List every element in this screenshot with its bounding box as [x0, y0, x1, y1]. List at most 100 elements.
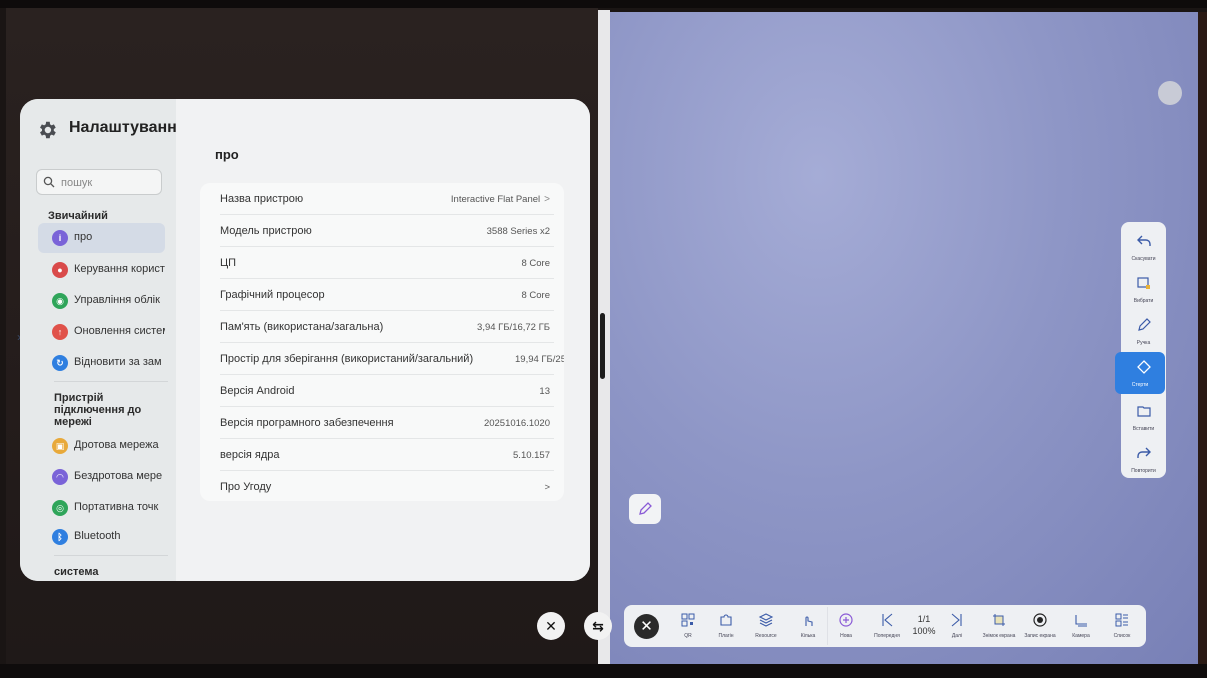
resource-icon	[758, 613, 774, 627]
list-button[interactable]: Список	[1102, 609, 1142, 645]
tool-label: Вибрати	[1133, 298, 1154, 304]
prev-page-icon	[882, 613, 893, 627]
row-value: 3,94 ГБ/16,72 ГБ	[477, 322, 550, 333]
resource-button[interactable]: Resource	[746, 609, 786, 645]
redo-button[interactable]: Повторити	[1121, 438, 1166, 480]
sidebar-item-system-update[interactable]: ↑ Оновлення систем	[38, 317, 165, 347]
row-software-version: Версія програмного забезпечення 20251016…	[200, 407, 564, 439]
tool-label: Ручка	[1136, 340, 1151, 346]
row-android-version: Версія Android 13	[200, 375, 564, 407]
right-bezel	[1198, 12, 1207, 664]
toolbar-label: Список	[1113, 633, 1131, 639]
sidebar-item-bluetooth[interactable]: ᛒ Bluetooth	[38, 522, 165, 552]
row-label: Версія програмного забезпечення	[220, 417, 394, 429]
row-device-name[interactable]: Назва пристрою Interactive Flat Panel >	[200, 183, 564, 215]
bottom-toolbar: ✕ QR Плагін Resource Кілька Нова Поперед…	[624, 605, 1146, 647]
new-page-button[interactable]: Нова	[826, 609, 866, 645]
sidebar-item-users[interactable]: ● Керування корист	[38, 255, 165, 285]
side-toolbar: Скасувати Вибрати Ручка Стерти Вставити …	[1115, 222, 1166, 480]
screen-bezel-bottom	[0, 664, 1207, 678]
sidebar-item-label: Оновлення систем	[74, 325, 165, 337]
row-label: Про Угоду	[220, 481, 272, 493]
row-label: ЦП	[220, 257, 237, 269]
close-split-button[interactable]: ✕	[537, 612, 565, 640]
whiteboard-canvas[interactable]	[610, 12, 1204, 664]
sidebar-item-wifi[interactable]: ◠ Бездротова мере	[38, 462, 165, 492]
row-label: Версія Android	[220, 385, 295, 397]
plugin-icon	[720, 614, 732, 626]
hotspot-icon: ◎	[52, 500, 68, 516]
pen-button[interactable]: Ручка	[1121, 310, 1166, 352]
qr-button[interactable]: QR	[668, 609, 708, 645]
sidebar-item-label: Дротова мережа	[74, 439, 159, 451]
row-label: Пам'ять (використана/загальна)	[220, 321, 384, 333]
floating-menu-dot[interactable]	[1158, 81, 1182, 105]
sidebar-item-accounts[interactable]: ◉ Управління облік	[38, 286, 165, 316]
row-agreement[interactable]: Про Угоду >	[200, 471, 564, 503]
sidebar-item-ethernet[interactable]: ▣ Дротова мережа	[38, 431, 165, 461]
search-box[interactable]	[36, 169, 162, 195]
row-value: 13	[539, 386, 550, 397]
wifi-icon: ◠	[52, 469, 68, 485]
undo-icon	[1137, 235, 1151, 246]
tool-label: Вставити	[1132, 426, 1155, 432]
row-value: 19,94 ГБ/25	[515, 354, 564, 365]
row-gpu: Графічний процесор 8 Core	[200, 279, 564, 311]
restore-icon: ↻	[52, 355, 68, 371]
select-button[interactable]: Вибрати	[1121, 268, 1166, 310]
camera-button[interactable]: Камера	[1061, 609, 1101, 645]
split-divider-handle[interactable]	[600, 313, 605, 379]
row-value: 3588 Series x2	[486, 226, 550, 237]
floating-pen-button[interactable]	[629, 494, 661, 524]
page-title: про	[215, 147, 239, 162]
multi-touch-button[interactable]: Кілька	[788, 609, 828, 645]
plugin-button[interactable]: Плагін	[706, 609, 746, 645]
sidebar-item-factory-reset[interactable]: ↻ Відновити за зам	[38, 348, 165, 378]
search-icon	[43, 176, 55, 188]
settings-content: про Назва пристрою Interactive Flat Pane…	[176, 99, 590, 581]
insert-icon	[1137, 406, 1151, 417]
group-title-system: система	[54, 566, 99, 578]
chevron-right-icon: >	[544, 194, 550, 205]
row-storage: Простір для зберігання (використаний/заг…	[200, 343, 564, 375]
sidebar-item-about[interactable]: i про	[38, 223, 165, 253]
app-title: Налаштування	[69, 119, 187, 136]
row-label: версія ядра	[220, 449, 280, 461]
row-device-model: Модель пристрою 3588 Series x2	[200, 215, 564, 247]
row-label: Графічний процесор	[220, 289, 325, 301]
close-toolbar-button[interactable]: ✕	[634, 614, 659, 639]
eraser-button[interactable]: Стерти	[1115, 352, 1165, 394]
swap-split-button[interactable]: ⇆	[584, 612, 612, 640]
insert-button[interactable]: Вставити	[1121, 396, 1166, 438]
search-input[interactable]	[59, 173, 161, 193]
account-icon: ◉	[52, 293, 68, 309]
row-label: Модель пристрою	[220, 225, 312, 237]
prev-page-button[interactable]: Попередня	[867, 609, 907, 645]
users-icon: ●	[52, 262, 68, 278]
sidebar-item-label: Управління облік	[74, 294, 160, 306]
row-value: 8 Core	[521, 258, 550, 269]
sidebar-item-label: Bluetooth	[74, 530, 121, 542]
row-label: Назва пристрою	[220, 193, 304, 205]
undo-button[interactable]: Скасувати	[1121, 226, 1166, 268]
toolbar-label: Далі	[951, 633, 963, 639]
sidebar-item-hotspot[interactable]: ◎ Портативна точк	[38, 493, 165, 523]
device-info-card: Назва пристрою Interactive Flat Panel > М…	[200, 183, 564, 501]
device-name-value: Interactive Flat Panel	[450, 194, 541, 205]
screenshot-icon	[993, 614, 1005, 626]
pen-icon	[1138, 318, 1151, 331]
ethernet-icon: ▣	[52, 438, 68, 454]
sidebar-item-label: Керування корист	[74, 263, 165, 275]
group-title-network: Пристрій підключення до мережі	[54, 392, 142, 428]
new-page-icon	[839, 613, 853, 627]
eraser-icon	[1137, 360, 1151, 374]
screen-bezel-top	[0, 0, 1207, 8]
camera-icon	[1075, 615, 1087, 627]
screen-record-button[interactable]: Запис екрана	[1020, 609, 1060, 645]
sidebar-item-label: Відновити за зам	[74, 356, 162, 368]
screenshot-button[interactable]: Знімок екрана	[979, 609, 1019, 645]
multi-touch-icon	[805, 616, 813, 626]
bluetooth-icon: ᛒ	[52, 529, 68, 545]
row-memory: Пам'ять (використана/загальна) 3,94 ГБ/1…	[200, 311, 564, 343]
next-page-button[interactable]: Далі	[937, 609, 977, 645]
